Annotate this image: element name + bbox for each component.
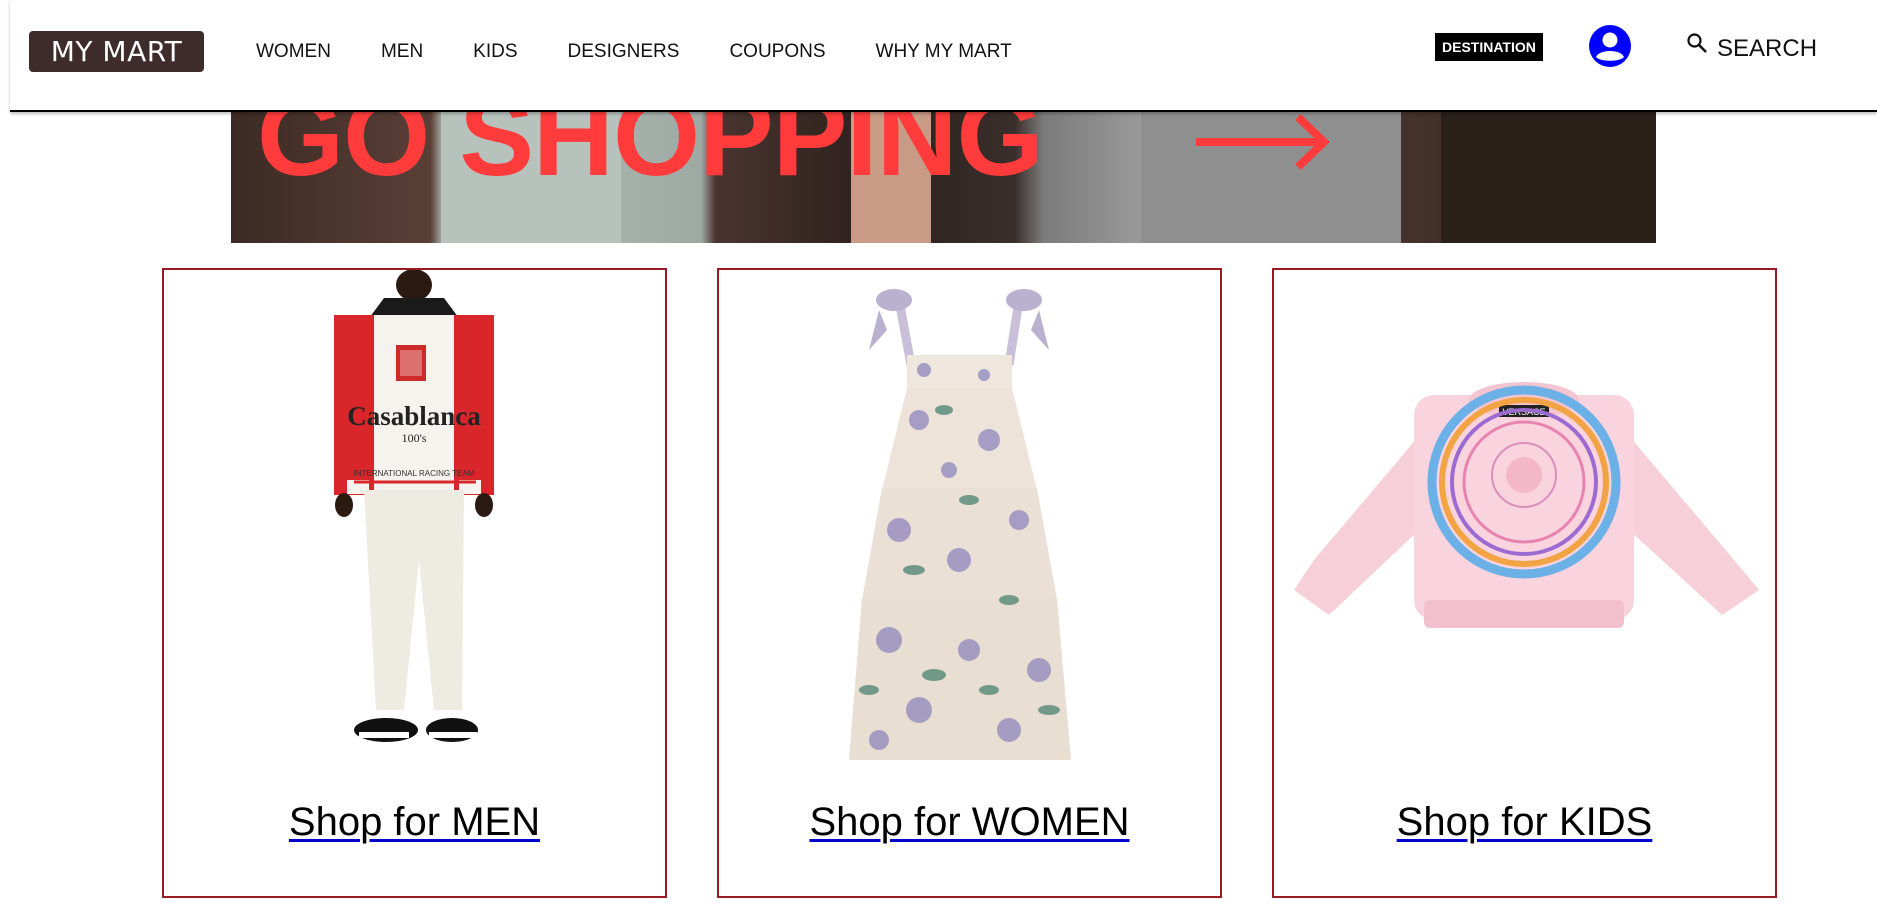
search-label: SEARCH (1717, 35, 1818, 62)
banner-photo-segment (1441, 112, 1656, 243)
category-card-kids[interactable]: VERSACE Shop for KIDS (1272, 268, 1777, 898)
shirt-print-sub: 100's (402, 431, 427, 445)
logo[interactable]: MY MART (29, 31, 204, 72)
shop-kids-link[interactable]: Shop for KIDS (1274, 797, 1775, 847)
nav-men[interactable]: MEN (381, 40, 423, 64)
shop-women-link[interactable]: Shop for WOMEN (719, 797, 1220, 847)
banner-headline: GO SHOPPING (257, 112, 1044, 199)
kids-product-image: VERSACE (1294, 382, 1759, 628)
search-button[interactable]: SEARCH (1685, 31, 1817, 67)
main-nav: WOMEN MEN KIDS DESIGNERS COUPONS WHY MY … (256, 40, 1062, 64)
shirt-print-strip: INTERNATIONAL RACING TEAM (354, 469, 475, 478)
nav-why-my-mart[interactable]: WHY MY MART (876, 40, 1012, 64)
nav-coupons[interactable]: COUPONS (729, 40, 825, 64)
user-account-icon[interactable] (1588, 24, 1632, 68)
destination-button[interactable]: DESTINATION (1435, 33, 1543, 61)
hero-banner[interactable]: GO SHOPPING (231, 112, 1656, 243)
shirt-print-brand: Casablanca (347, 401, 481, 431)
nav-women[interactable]: WOMEN (256, 40, 331, 64)
men-product-image: Casablanca 100's INTERNATIONAL RACING TE… (334, 270, 494, 742)
site-header: MY MART WOMEN MEN KIDS DESIGNERS COUPONS… (10, 0, 1877, 112)
nav-kids[interactable]: KIDS (473, 40, 517, 64)
shop-men-link[interactable]: Shop for MEN (164, 797, 665, 847)
search-icon (1687, 33, 1707, 53)
women-product-image (849, 289, 1071, 760)
arrow-right-icon (1196, 114, 1330, 170)
category-card-men[interactable]: Casablanca 100's INTERNATIONAL RACING TE… (162, 268, 667, 898)
nav-designers[interactable]: DESIGNERS (568, 40, 680, 64)
category-card-women[interactable]: Shop for WOMEN (717, 268, 1222, 898)
